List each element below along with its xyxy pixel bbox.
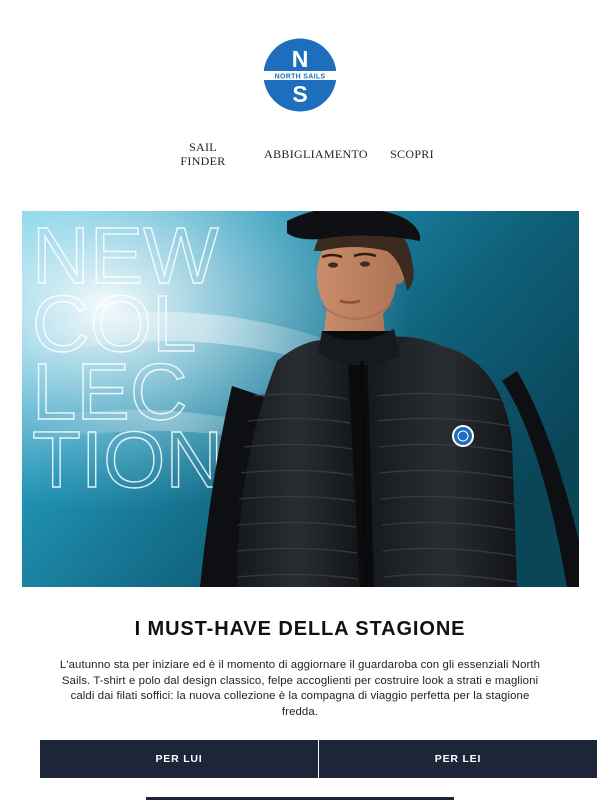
north-sails-logo[interactable]: N NORTH SAILS S [263,38,337,112]
logo-letter-n: N [292,46,309,72]
hero-image[interactable]: NEW COL LEC TION [22,211,579,587]
overlay-line-4: TION [32,415,223,504]
main-nav: SAIL FINDER ABBIGLIAMENTO SCOPRI [0,138,600,172]
per-lui-button[interactable]: PER LUI [40,740,318,778]
new-collection-overlay: NEW COL LEC TION [31,211,223,505]
nav-sail-finder-line1: SAIL [189,140,217,154]
logo-band-text: NORTH SAILS [275,74,326,81]
nav-sail-finder-line2: FINDER [180,154,226,168]
section-headline: I MUST-HAVE DELLA STAGIONE [134,618,466,640]
nav-sail-finder[interactable]: SAIL FINDER [174,140,232,168]
nav-abbigliamento[interactable]: ABBIGLIAMENTO [258,147,374,161]
per-lei-button[interactable]: PER LEI [319,740,597,778]
logo-letter-s: S [292,81,307,107]
gender-buttons: PER LUI PER LEI [40,740,597,778]
section-body-text: L'autunno sta per iniziare ed è il momen… [59,659,541,718]
nav-scopri[interactable]: SCOPRI [384,147,440,161]
